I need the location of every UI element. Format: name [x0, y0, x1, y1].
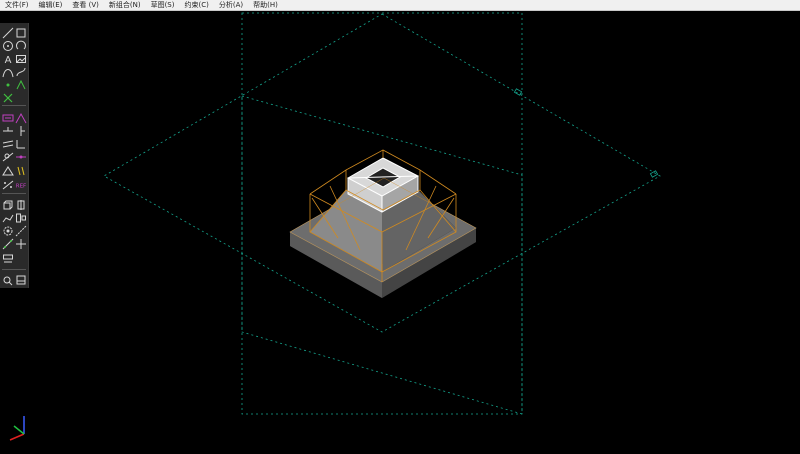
plane-handle-xz[interactable]: [513, 88, 523, 96]
y-axis-line: [13, 425, 25, 435]
menu-item-1[interactable]: 编辑(E): [34, 0, 68, 10]
menu-item-6[interactable]: 分析(A): [214, 0, 248, 10]
3d-viewport[interactable]: [0, 11, 800, 450]
menu-item-4[interactable]: 草图(S): [146, 0, 180, 10]
menu-item-0[interactable]: 文件(F): [0, 0, 34, 10]
menu-item-7[interactable]: 帮助(H): [248, 0, 283, 10]
menu-item-5[interactable]: 约束(C): [179, 0, 213, 10]
menu-item-2[interactable]: 查看 (V): [67, 0, 103, 10]
menu-bar: 文件(F) 编辑(E) 查看 (V) 新组合(N) 草图(S) 约束(C) 分析(A) 帮助(…: [0, 0, 800, 11]
menu-item-3[interactable]: 新组合(N): [104, 0, 146, 10]
x-axis-line: [9, 433, 25, 441]
plane-handle-xy[interactable]: [649, 170, 659, 178]
axis-triad: [6, 412, 32, 446]
